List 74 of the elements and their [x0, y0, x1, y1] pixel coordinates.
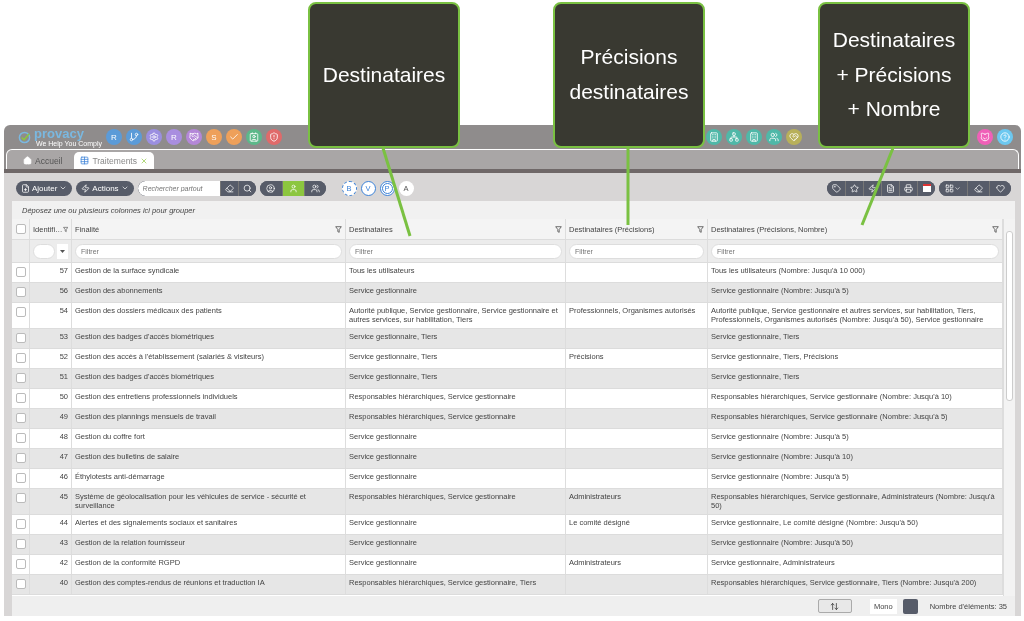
- view-button[interactable]: [281, 180, 304, 196]
- row-checkbox[interactable]: [15, 267, 26, 277]
- help-button[interactable]: [917, 180, 935, 196]
- search-button[interactable]: [237, 180, 256, 196]
- person-icon[interactable]: [246, 129, 262, 145]
- row-checkbox[interactable]: [15, 492, 26, 503]
- row-checkbox[interactable]: [15, 332, 26, 343]
- row-checkbox[interactable]: [15, 558, 26, 569]
- tab[interactable]: Traitements: [74, 152, 154, 169]
- number-filter-field[interactable]: [33, 243, 55, 259]
- building-icon[interactable]: [746, 129, 762, 145]
- row-checkbox[interactable]: [15, 578, 26, 589]
- chevron-down-icon: [954, 184, 961, 192]
- callout-label: Précisions destinataires: [553, 2, 705, 148]
- caret-button[interactable]: [57, 243, 68, 259]
- mono-toggle[interactable]: [902, 598, 918, 614]
- cat-icon[interactable]: [977, 129, 993, 145]
- select-all-checkbox[interactable]: [15, 224, 26, 234]
- gear-icon[interactable]: [146, 129, 162, 145]
- heart-button[interactable]: [989, 180, 1011, 196]
- row-checkbox[interactable]: [15, 412, 26, 423]
- shield-icon[interactable]: [266, 129, 282, 145]
- row-checkbox[interactable]: [15, 352, 26, 363]
- filter-icon[interactable]: [992, 225, 999, 233]
- sort-icon: [830, 601, 840, 611]
- user-circle-icon: [266, 183, 276, 193]
- file-plus-icon: [21, 183, 30, 193]
- bolt-icon: [868, 183, 877, 193]
- search-icon: [242, 183, 252, 193]
- checkbox-icon[interactable]: [226, 129, 242, 145]
- tag-icon: [831, 183, 841, 193]
- heart-icon: [996, 183, 1005, 193]
- view-button[interactable]: [303, 180, 326, 196]
- scrollbar[interactable]: [1003, 219, 1015, 596]
- logo-name: provacy: [34, 127, 85, 140]
- group-icon: [310, 183, 320, 193]
- home-icon: [23, 156, 32, 165]
- person-icon: [288, 183, 298, 193]
- add-button[interactable]: Ajouter: [16, 180, 73, 196]
- filter-icon[interactable]: [335, 225, 342, 233]
- row-checkbox[interactable]: [15, 287, 26, 297]
- row-checkbox[interactable]: [15, 452, 26, 463]
- filter-icon[interactable]: [697, 225, 704, 233]
- group-icon[interactable]: [766, 129, 782, 145]
- eraser-icon: [974, 183, 983, 193]
- callout-label: Destinataires + Précisions + Nombre: [818, 2, 970, 148]
- logo-check-icon: [18, 130, 31, 144]
- star-icon: [850, 183, 859, 193]
- row-checkbox[interactable]: [15, 472, 26, 483]
- table-icon: [80, 156, 90, 165]
- document-icon: [886, 183, 895, 193]
- printer-icon: [904, 183, 913, 193]
- sort-button[interactable]: [817, 599, 852, 613]
- callout-label: Destinataires: [308, 2, 460, 148]
- layout-icon: [945, 183, 954, 193]
- row-checkbox[interactable]: [15, 432, 26, 443]
- row-checkbox[interactable]: [15, 372, 26, 383]
- bolt-icon: [81, 183, 91, 193]
- close-icon[interactable]: [139, 156, 148, 165]
- chevron-down-icon: [59, 184, 68, 192]
- filter-icon[interactable]: [62, 225, 68, 233]
- actions-button[interactable]: Actions: [76, 180, 134, 196]
- row-checkbox[interactable]: [15, 307, 26, 317]
- building-icon[interactable]: [706, 129, 722, 145]
- caret-icon: [60, 249, 65, 253]
- row-checkbox[interactable]: [15, 538, 26, 549]
- row-checkbox[interactable]: [15, 518, 26, 529]
- filter-icon[interactable]: [555, 225, 562, 233]
- chevron-down-icon: [120, 184, 129, 192]
- handshake-icon[interactable]: [186, 129, 202, 145]
- eraser-icon: [224, 183, 234, 193]
- branch-icon[interactable]: [126, 129, 142, 145]
- network-icon[interactable]: [726, 129, 742, 145]
- row-checkbox[interactable]: [15, 392, 26, 403]
